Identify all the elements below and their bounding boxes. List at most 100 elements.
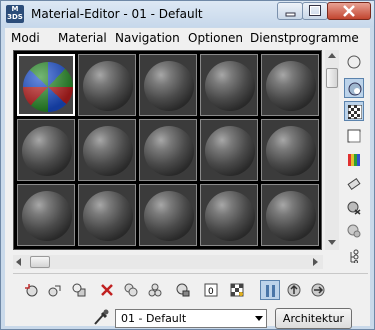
- put-to-library-icon: [176, 283, 190, 297]
- select-by-material-button[interactable]: [344, 221, 364, 241]
- material-id-channel-icon: 0: [204, 283, 218, 297]
- scroll-right-icon[interactable]: [313, 258, 318, 266]
- material-slot-10[interactable]: [261, 119, 319, 181]
- material-sphere-preview: [144, 191, 194, 241]
- put-to-scene-icon: [48, 285, 61, 297]
- horizontal-scrollbar[interactable]: [13, 255, 323, 269]
- material-sphere-preview: [83, 126, 133, 176]
- chevron-down-icon: [255, 316, 263, 321]
- app-icon[interactable]: M 3DS: [6, 5, 24, 23]
- make-preview-button[interactable]: [344, 174, 364, 194]
- scroll-left-icon[interactable]: [16, 258, 21, 266]
- material-sphere-preview: [205, 191, 255, 241]
- menu-navigation[interactable]: Navigation: [115, 31, 180, 45]
- material-slot-4[interactable]: [200, 54, 258, 116]
- make-copy-icon: [124, 283, 138, 297]
- material-slot-11[interactable]: [17, 184, 75, 246]
- material-editor-window: M 3DS Material-Editor - 01 - Default Modi…: [0, 0, 375, 330]
- sample-uv-tiling-button[interactable]: [344, 126, 364, 146]
- material-sphere-preview: [23, 62, 73, 112]
- title-bar[interactable]: M 3DS Material-Editor - 01 - Default: [1, 1, 374, 27]
- select-by-material-icon: [347, 224, 361, 238]
- editor-body: 0 01 - Default Architektur: [5, 48, 370, 329]
- sample-uv-tiling-icon: [347, 129, 361, 143]
- assign-to-selection-button[interactable]: [69, 280, 89, 300]
- material-map-navigator-icon: [350, 249, 359, 263]
- minimize-button[interactable]: [277, 2, 303, 20]
- put-to-scene-button[interactable]: [45, 280, 65, 300]
- close-icon: [343, 5, 355, 17]
- menu-optionen[interactable]: Optionen: [188, 31, 243, 45]
- material-sphere-preview: [266, 126, 316, 176]
- material-options-icon: [347, 201, 361, 215]
- video-color-check-button[interactable]: [344, 150, 364, 170]
- material-type-button[interactable]: Architektur: [275, 308, 352, 329]
- assign-to-selection-icon: [72, 283, 86, 297]
- eyedropper-icon[interactable]: [91, 308, 111, 326]
- material-slot-5[interactable]: [261, 54, 319, 116]
- material-id-channel-button[interactable]: 0: [201, 280, 221, 300]
- background-button[interactable]: [344, 101, 364, 121]
- show-map-in-viewport-button[interactable]: [227, 280, 247, 300]
- vertical-scrollbar[interactable]: [325, 50, 339, 250]
- material-slot-13[interactable]: [139, 184, 197, 246]
- make-copy-button[interactable]: [121, 280, 141, 300]
- material-slot-2[interactable]: [78, 54, 136, 116]
- material-sphere-preview: [144, 126, 194, 176]
- sample-type-button[interactable]: [344, 52, 364, 72]
- background-checker-icon: [348, 105, 362, 119]
- horizontal-scroll-thumb[interactable]: [30, 256, 50, 268]
- make-preview-icon: [347, 177, 361, 191]
- minimize-icon: [285, 12, 296, 17]
- material-slot-9[interactable]: [200, 119, 258, 181]
- backlight-button[interactable]: [344, 78, 364, 98]
- maximize-button[interactable]: [302, 2, 328, 20]
- close-button[interactable]: [327, 2, 371, 20]
- go-forward-to-sibling-icon: [311, 283, 325, 297]
- show-end-result-button[interactable]: [260, 280, 280, 300]
- menu-bar: Modi Material Navigation Optionen Dienst…: [5, 28, 370, 49]
- scroll-up-icon[interactable]: [328, 53, 336, 58]
- material-name-dropdown[interactable]: 01 - Default: [115, 309, 267, 328]
- material-sphere-preview: [22, 191, 72, 241]
- put-to-library-button[interactable]: [173, 280, 193, 300]
- get-material-button[interactable]: [21, 280, 41, 300]
- material-slot-14[interactable]: [200, 184, 258, 246]
- material-sphere-preview: [205, 126, 255, 176]
- material-slots-grid: [13, 50, 322, 250]
- material-sphere-preview: [83, 191, 133, 241]
- menu-material[interactable]: Material: [58, 31, 107, 45]
- sample-type-sphere-icon: [347, 55, 361, 69]
- backlight-icon: [348, 82, 362, 96]
- reset-map-button[interactable]: [97, 280, 117, 300]
- material-map-navigator-button[interactable]: [344, 246, 364, 266]
- svg-text:0: 0: [208, 287, 214, 297]
- get-material-icon: [25, 284, 38, 297]
- material-sphere-preview: [266, 191, 316, 241]
- material-slot-15[interactable]: [261, 184, 319, 246]
- go-to-parent-button[interactable]: [284, 280, 304, 300]
- go-to-parent-icon: [287, 283, 301, 297]
- scroll-down-icon[interactable]: [328, 240, 336, 245]
- material-slot-3[interactable]: [139, 54, 197, 116]
- toolbar-separator: [13, 273, 368, 274]
- material-slot-1[interactable]: [17, 54, 75, 116]
- material-options-button[interactable]: [344, 198, 364, 218]
- show-map-in-viewport-icon: [230, 283, 244, 297]
- window-title: Material-Editor - 01 - Default: [31, 7, 203, 21]
- vertical-scroll-thumb[interactable]: [326, 68, 338, 88]
- material-slot-7[interactable]: [78, 119, 136, 181]
- material-slot-8[interactable]: [139, 119, 197, 181]
- material-sphere-preview: [205, 61, 255, 111]
- material-sphere-preview: [83, 61, 133, 111]
- material-slot-6[interactable]: [17, 119, 75, 181]
- material-slot-12[interactable]: [78, 184, 136, 246]
- material-sphere-preview: [266, 61, 316, 111]
- material-sphere-preview: [22, 126, 72, 176]
- show-end-result-icon: [266, 285, 275, 297]
- make-unique-button[interactable]: [145, 280, 165, 300]
- menu-dienstprogramme[interactable]: Dienstprogramme: [250, 31, 359, 45]
- go-forward-to-sibling-button[interactable]: [308, 280, 328, 300]
- menu-modi[interactable]: Modi: [11, 31, 40, 45]
- video-color-check-icon: [348, 154, 360, 166]
